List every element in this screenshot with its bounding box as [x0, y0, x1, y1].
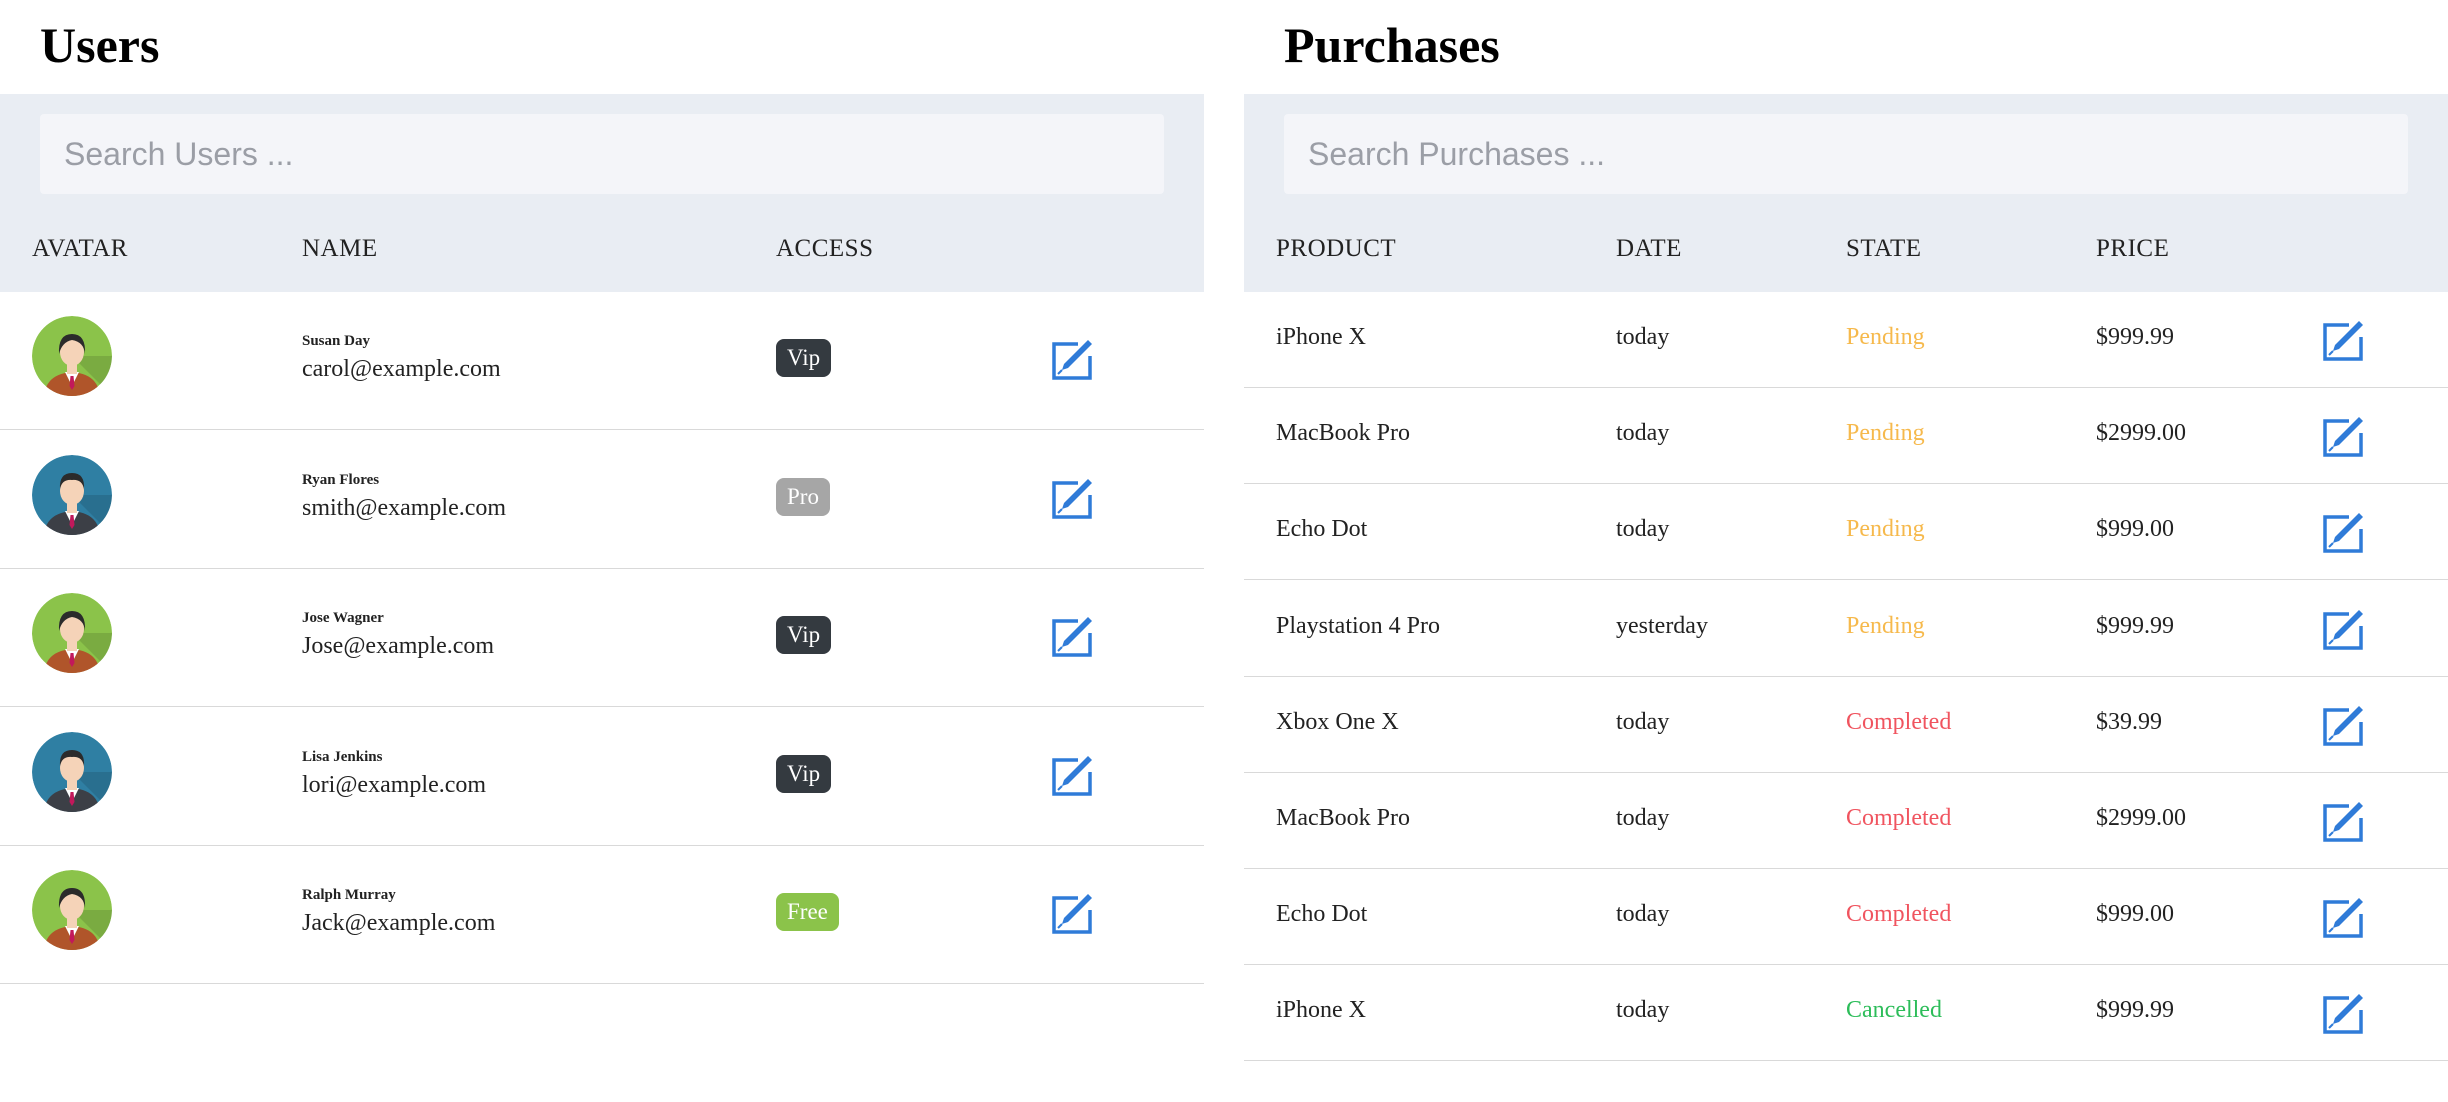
edit-pencil-icon[interactable] [2321, 800, 2365, 844]
edit-pencil-icon[interactable] [2321, 896, 2365, 940]
purchase-state: Completed [1846, 805, 1952, 831]
edit-pencil-icon[interactable] [2321, 992, 2365, 1036]
users-panel: Users AVATAR NAME ACCESS Susan Day carol@… [0, 0, 1204, 1102]
purchase-state: Completed [1846, 708, 1952, 735]
access-badge: Pro [776, 477, 830, 516]
purchase-date: today [1616, 805, 1670, 831]
edit-pencil-icon[interactable] [2321, 511, 2365, 555]
purchase-row: Echo Dot today Completed $999.00 [1244, 869, 2448, 966]
edit-pencil-icon[interactable] [2321, 608, 2365, 652]
purchase-state: Pending [1846, 516, 1925, 543]
column-header-name: NAME [302, 235, 378, 262]
product-name: MacBook Pro [1276, 805, 1410, 831]
access-badge: Vip [776, 339, 832, 377]
user-row: Ralph Murray Jack@example.com Free [0, 846, 1204, 984]
access-badge: Vip [776, 754, 832, 793]
user-email: carol@example.com [302, 356, 501, 382]
purchase-row: iPhone X today Cancelled $999.99 [1244, 965, 2448, 1062]
product-name: iPhone X [1276, 997, 1366, 1024]
purchase-row: MacBook Pro today Pending $2999.00 [1244, 388, 2448, 485]
female-avatar-icon [32, 870, 112, 950]
product-name: iPhone X [1276, 324, 1366, 350]
user-row: Ryan Flores smith@example.com Pro [0, 431, 1204, 569]
edit-pencil-icon[interactable] [1050, 477, 1094, 521]
users-header-block: AVATAR NAME ACCESS [0, 94, 1204, 292]
purchase-date: today [1616, 997, 1670, 1024]
purchase-price: $2999.00 [2096, 805, 2186, 831]
user-name: Jose Wagner [302, 610, 384, 626]
purchases-header-block: PRODUCT DATE STATE PRICE [1244, 94, 2448, 292]
purchase-date: yesterday [1616, 612, 1708, 639]
purchase-state: Cancelled [1846, 997, 1942, 1024]
user-name: Lisa Jenkins [302, 748, 383, 765]
purchase-price: $999.99 [2096, 612, 2174, 639]
edit-pencil-icon[interactable] [2321, 319, 2365, 363]
column-header-product: PRODUCT [1276, 235, 1397, 262]
purchase-price: $39.99 [2096, 708, 2162, 735]
user-name: Ryan Flores [302, 471, 380, 488]
edit-pencil-icon[interactable] [1050, 615, 1094, 659]
purchases-panel: Purchases PRODUCT DATE STATE PRICE iPhon… [1244, 0, 2448, 1102]
edit-pencil-icon[interactable] [2321, 704, 2365, 748]
user-email: Jose@example.com [302, 633, 495, 659]
purchase-row: iPhone X today Pending $999.99 [1244, 292, 2448, 388]
purchase-state: Pending [1846, 324, 1925, 350]
female-avatar-icon [32, 316, 112, 396]
access-badge: Vip [776, 616, 832, 654]
male-avatar-icon [32, 454, 112, 535]
user-name: Susan Day [302, 333, 370, 349]
purchase-date: today [1616, 516, 1670, 543]
male-avatar-icon [32, 731, 112, 812]
user-email: lori@example.com [302, 771, 487, 798]
purchase-row: Echo Dot today Pending $999.00 [1244, 484, 2448, 581]
product-name: Playstation 4 Pro [1276, 612, 1441, 639]
product-name: MacBook Pro [1276, 420, 1410, 447]
edit-pencil-icon[interactable] [1050, 892, 1094, 936]
column-header-access: ACCESS [776, 235, 874, 262]
user-email: Jack@example.com [302, 910, 496, 936]
edit-pencil-icon[interactable] [1050, 754, 1094, 798]
edit-pencil-icon[interactable] [2321, 415, 2365, 459]
user-row: Susan Day carol@example.com Vip [0, 292, 1204, 430]
purchase-price: $999.00 [2096, 516, 2174, 543]
column-header-price: PRICE [2096, 235, 2170, 262]
product-name: Echo Dot [1276, 516, 1368, 543]
purchase-state: Pending [1846, 612, 1925, 639]
female-avatar-icon [32, 593, 112, 673]
users-title: Users [40, 17, 160, 73]
users-search-input[interactable] [40, 114, 1164, 194]
user-name: Ralph Murray [302, 887, 396, 903]
user-email: smith@example.com [302, 494, 507, 521]
purchase-state: Pending [1846, 420, 1925, 447]
purchase-date: today [1616, 901, 1670, 928]
purchase-date: today [1616, 420, 1670, 447]
product-name: Echo Dot [1276, 901, 1368, 928]
purchase-row: Xbox One X today Completed $39.99 [1244, 677, 2448, 773]
user-row: Jose Wagner Jose@example.com Vip [0, 569, 1204, 707]
purchase-price: $999.99 [2096, 324, 2174, 350]
purchase-row: MacBook Pro today Completed $2999.00 [1244, 773, 2448, 869]
purchase-date: today [1616, 324, 1670, 350]
purchases-title: Purchases [1284, 17, 1500, 73]
purchase-date: today [1616, 708, 1670, 735]
purchase-row: Playstation 4 Pro yesterday Pending $999.99 [1244, 581, 2448, 677]
purchases-search-input[interactable] [1284, 114, 2408, 194]
user-row: Lisa Jenkins lori@example.com Vip [0, 708, 1204, 846]
purchase-price: $999.99 [2096, 997, 2174, 1024]
purchase-price: $2999.00 [2096, 420, 2186, 447]
column-header-avatar: AVATAR [32, 235, 128, 262]
purchase-state: Completed [1846, 901, 1952, 928]
column-header-date: DATE [1616, 235, 1682, 262]
column-header-state: STATE [1846, 235, 1922, 262]
purchase-price: $999.00 [2096, 901, 2174, 928]
edit-pencil-icon[interactable] [1050, 338, 1094, 382]
access-badge: Free [776, 893, 839, 931]
product-name: Xbox One X [1276, 708, 1399, 735]
